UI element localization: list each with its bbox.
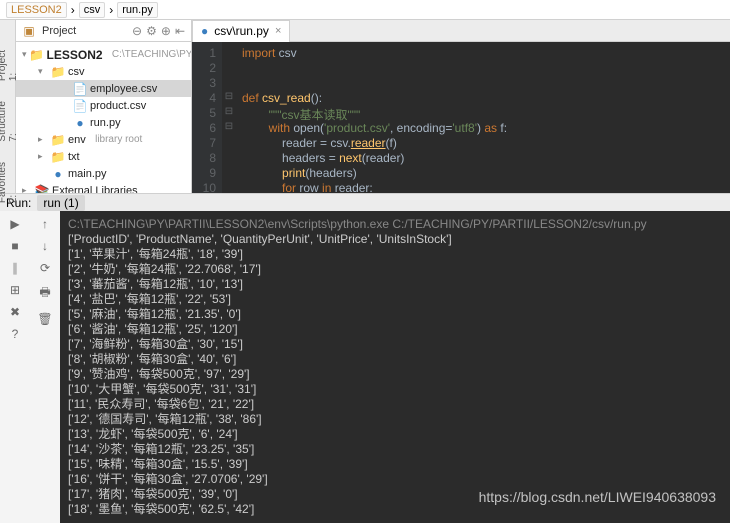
- project-sidebar: ▣ Project ⊖ ⚙ ⊕ ⇤ ▾📁 LESSON2 C:\TEACHING…: [16, 20, 192, 193]
- code-content[interactable]: import csv def csv_read(): """csv基本读取"""…: [236, 42, 730, 193]
- python-file-icon: ●: [51, 168, 65, 180]
- folder-icon: 📁: [51, 66, 65, 78]
- structure-tool-tab[interactable]: 7: Structure: [0, 101, 19, 142]
- tree-file-employee[interactable]: 📄 employee.csv: [16, 80, 191, 97]
- run-console: ▶ ■ ∥ ⊞ ✖ ? ↑ ↓ ⟳ 🖶 🗑 C:\TEACHING\PY\PAR…: [0, 211, 730, 523]
- tree-folder-txt[interactable]: ▸📁 txt: [16, 148, 191, 165]
- project-icon: ▣: [22, 25, 36, 37]
- collapse-icon[interactable]: ⊖: [132, 24, 142, 38]
- breadcrumb-root[interactable]: LESSON2: [6, 2, 67, 18]
- project-tree[interactable]: ▾📁 LESSON2 C:\TEACHING\PY ▾📁 csv 📄 emplo…: [16, 42, 191, 193]
- fold-gutter[interactable]: ⊟⊟⊟: [222, 42, 236, 193]
- folder-icon: 📁: [51, 134, 65, 146]
- project-tool-tab[interactable]: 1: Project: [0, 50, 19, 81]
- breadcrumb: LESSON2 › csv › run.py: [0, 0, 730, 20]
- rerun-icon[interactable]: ▶: [10, 217, 19, 231]
- tree-folder-env[interactable]: ▸📁 env library root: [16, 131, 191, 148]
- project-sidebar-header: ▣ Project ⊖ ⚙ ⊕ ⇤: [16, 20, 191, 42]
- locate-icon[interactable]: ⊕: [161, 24, 171, 38]
- breadcrumb-sep: ›: [109, 3, 113, 17]
- editor-tab-run[interactable]: ● csv\run.py ×: [192, 20, 290, 42]
- run-toolwindow-header: Run: run (1): [0, 193, 730, 211]
- down-icon[interactable]: ↓: [42, 239, 48, 253]
- pause-icon[interactable]: ∥: [12, 261, 18, 275]
- tree-file-main[interactable]: ● main.py: [16, 165, 191, 182]
- editor-tab-bar: ● csv\run.py ×: [192, 20, 730, 42]
- project-tab-label[interactable]: Project: [42, 25, 76, 37]
- breadcrumb-mid[interactable]: csv: [79, 2, 106, 18]
- up-icon[interactable]: ↑: [42, 217, 48, 231]
- file-icon: 📄: [73, 100, 87, 112]
- run-config-tab[interactable]: run (1): [37, 195, 84, 211]
- console-output[interactable]: C:\TEACHING\PY\PARTII\LESSON2\env\Script…: [60, 211, 730, 523]
- stop-icon[interactable]: ■: [11, 239, 18, 253]
- dump-icon[interactable]: ⊞: [10, 283, 20, 297]
- tree-folder-csv[interactable]: ▾📁 csv: [16, 63, 191, 80]
- hide-icon[interactable]: ⇤: [175, 24, 185, 38]
- python-file-icon: ●: [73, 117, 87, 129]
- favorites-tool-tab[interactable]: 2: Favorites: [0, 162, 19, 203]
- file-icon: 📄: [73, 83, 87, 95]
- tree-external-libs[interactable]: ▸📚 External Libraries: [16, 182, 191, 193]
- folder-icon: 📁: [30, 49, 44, 61]
- python-file-icon: ●: [201, 24, 208, 38]
- gear-icon[interactable]: ⚙: [146, 24, 157, 38]
- trash-icon[interactable]: 🗑: [37, 312, 52, 326]
- print-icon[interactable]: 🖶: [39, 283, 50, 304]
- line-gutter: 12345678910: [192, 42, 222, 193]
- breadcrumb-leaf[interactable]: run.py: [117, 2, 158, 18]
- folder-icon: 📁: [51, 151, 65, 163]
- tool-window-bar-left: 1: Project 7: Structure 2: Favorites: [0, 20, 16, 193]
- tree-file-run[interactable]: ● run.py: [16, 114, 191, 131]
- editor-area: ● csv\run.py × 12345678910 ⊟⊟⊟ import cs…: [192, 20, 730, 193]
- close-icon[interactable]: ×: [275, 25, 281, 37]
- help-icon[interactable]: ?: [12, 327, 19, 341]
- code-editor[interactable]: 12345678910 ⊟⊟⊟ import csv def csv_read(…: [192, 42, 730, 193]
- tree-file-product[interactable]: 📄 product.csv: [16, 97, 191, 114]
- editor-tab-label: csv\run.py: [214, 24, 269, 38]
- tree-root[interactable]: ▾📁 LESSON2 C:\TEACHING\PY: [16, 46, 191, 63]
- run-toolbar: ▶ ■ ∥ ⊞ ✖ ? ↑ ↓ ⟳ 🖶 🗑: [0, 211, 60, 523]
- remove-icon[interactable]: ✖: [10, 305, 20, 319]
- libraries-icon: 📚: [35, 185, 49, 194]
- restore-icon[interactable]: ⟳: [40, 261, 50, 275]
- breadcrumb-sep: ›: [71, 3, 75, 17]
